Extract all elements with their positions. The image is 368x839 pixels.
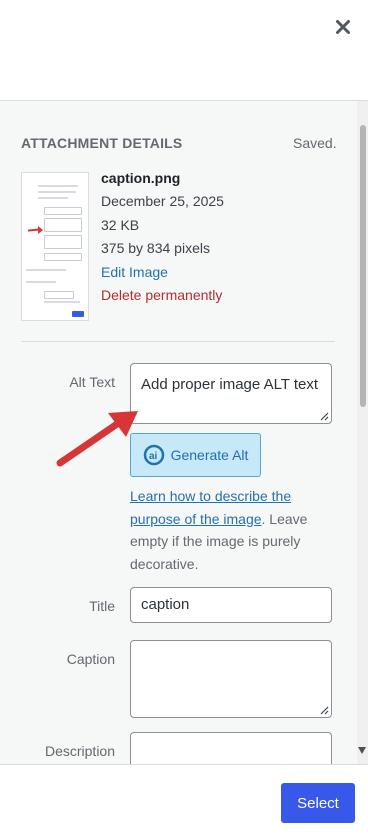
resize-handle-icon[interactable] — [320, 412, 329, 421]
thumb-field — [44, 207, 82, 215]
file-info: caption.png December 25, 2025 32 KB 375 … — [101, 167, 224, 307]
alt-text-field[interactable]: Add proper image ALT text — [130, 363, 332, 424]
caption-label: Caption — [66, 651, 115, 667]
thumb-line — [44, 301, 80, 303]
thumb-line — [26, 269, 66, 271]
thumb-line — [26, 281, 56, 283]
description-label: Description — [44, 743, 115, 759]
thumb-line — [38, 191, 76, 193]
thumb-arrow-head — [38, 226, 43, 234]
thumb-field — [44, 253, 82, 261]
title-field[interactable]: caption — [130, 587, 332, 623]
title-value: caption — [141, 596, 190, 613]
thumb-field — [44, 218, 82, 232]
edit-image-link[interactable]: Edit Image — [101, 264, 168, 280]
alt-text-help: Learn how to describe the purpose of the… — [130, 485, 330, 575]
scrollbar-thumb[interactable] — [360, 125, 366, 407]
annotation-arrow-icon — [56, 411, 138, 467]
attachment-details-panel: ATTACHMENT DETAILS Saved. caption.png De… — [0, 100, 368, 765]
thumb-field — [44, 291, 74, 299]
file-name: caption.png — [101, 170, 181, 186]
attachment-thumbnail[interactable] — [21, 172, 89, 321]
modal-footer: Select — [0, 764, 368, 839]
thumb-line — [38, 185, 78, 187]
thumb-line — [38, 197, 68, 199]
select-button[interactable]: Select — [281, 783, 355, 823]
thumb-field — [44, 235, 82, 249]
thumb-button — [72, 311, 84, 317]
alt-text-value: Add proper image ALT text — [141, 376, 319, 393]
save-status: Saved. — [293, 135, 337, 151]
caption-field[interactable] — [130, 640, 332, 718]
modal-header — [0, 0, 368, 100]
scroll-down-arrow-icon[interactable] — [358, 747, 366, 754]
close-icon — [336, 20, 350, 34]
generate-alt-label: Generate Alt — [170, 447, 249, 463]
close-button[interactable] — [326, 10, 360, 44]
file-size: 32 KB — [101, 216, 140, 233]
image-dimensions: 375 by 834 pixels — [101, 240, 210, 257]
title-label: Title — [89, 598, 115, 614]
delete-permanently-link[interactable]: Delete permanently — [101, 287, 222, 303]
upload-date: December 25, 2025 — [101, 193, 224, 210]
description-field[interactable] — [130, 732, 332, 765]
attachment-details-heading: ATTACHMENT DETAILS — [21, 135, 183, 151]
resize-handle-icon[interactable] — [320, 706, 329, 715]
section-divider — [21, 341, 335, 342]
scrollbar[interactable] — [357, 101, 368, 765]
alt-text-label: Alt Text — [69, 374, 115, 390]
